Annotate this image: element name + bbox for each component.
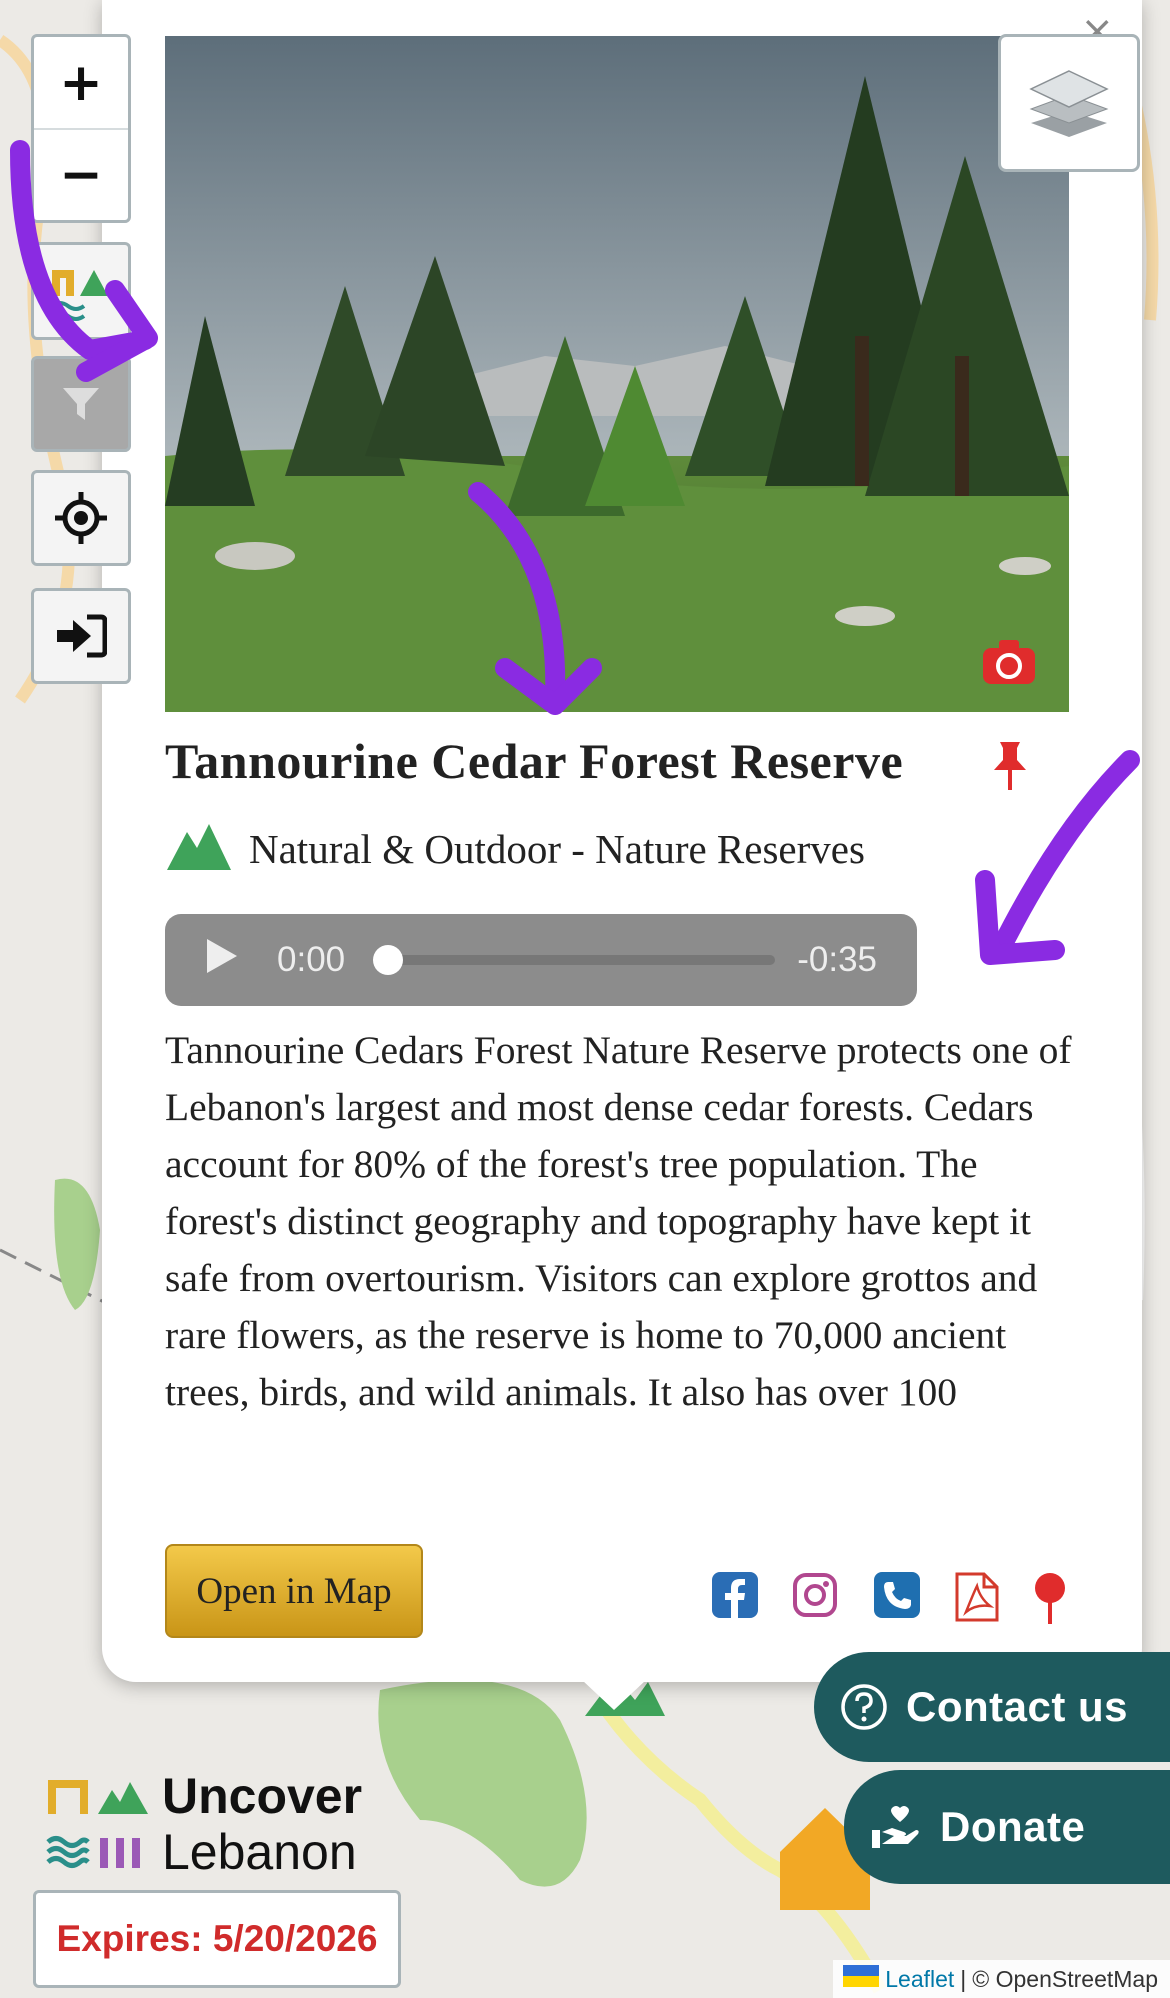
donate-label: Donate: [940, 1803, 1086, 1850]
logo-mark-top: [48, 1780, 148, 1814]
uncover-lebanon-logo: Uncover Lebanon: [44, 1768, 362, 1880]
donate-button[interactable]: Donate: [844, 1770, 1170, 1884]
osm-attribution[interactable]: © OpenStreetMap: [972, 1966, 1158, 1993]
contact-us-button[interactable]: Contact us: [814, 1652, 1170, 1762]
contact-us-label: Contact us: [906, 1683, 1129, 1730]
expiry-badge: Expires: 5/20/2026: [33, 1890, 401, 1988]
logo-word-uncover: Uncover: [162, 1768, 363, 1824]
help-circle-icon: [840, 1683, 888, 1731]
donate-hand-heart-icon: [870, 1804, 922, 1850]
attribution-separator: |: [960, 1965, 967, 1992]
logo-mark-bottom: [46, 1836, 140, 1868]
ukraine-flag-icon: [843, 1965, 880, 1993]
map-attribution: Leaflet | © OpenStreetMap: [833, 1960, 1170, 1998]
leaflet-link[interactable]: Leaflet: [885, 1966, 954, 1993]
logo-word-lebanon: Lebanon: [162, 1824, 357, 1880]
